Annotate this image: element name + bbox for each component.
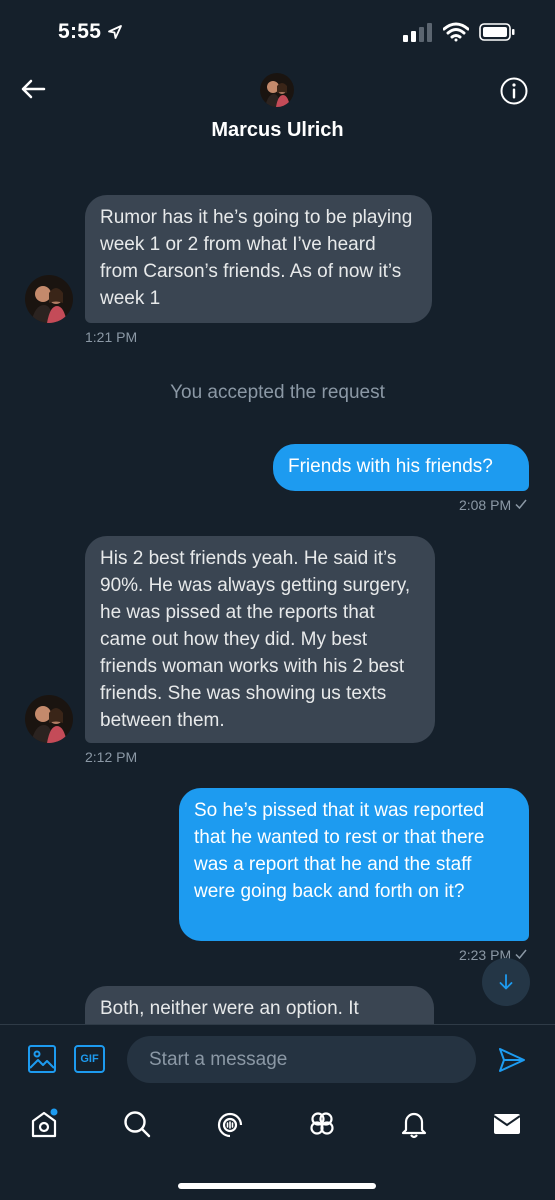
message-text: So he’s pissed that it was reported that… <box>194 800 485 902</box>
wifi-icon <box>443 22 469 42</box>
search-icon <box>124 1111 151 1138</box>
info-button[interactable] <box>499 76 529 106</box>
gif-icon: GIF <box>80 1053 99 1065</box>
add-image-button[interactable] <box>27 1044 57 1074</box>
sender-avatar[interactable] <box>25 275 73 323</box>
home-icon <box>31 1108 58 1138</box>
conversation-title[interactable]: Marcus Ulrich <box>0 119 555 142</box>
scroll-to-bottom-button[interactable] <box>482 958 530 1006</box>
home-indicator[interactable] <box>178 1183 376 1189</box>
status-time: 5:55 <box>58 20 123 44</box>
sent-check-icon <box>515 949 527 960</box>
status-time-text: 5:55 <box>58 20 102 43</box>
tab-notifications[interactable] <box>396 1106 432 1142</box>
image-icon <box>28 1045 56 1073</box>
spaces-icon <box>217 1112 243 1138</box>
battery-icon <box>479 23 515 41</box>
message-text: Both, neither were an option. It <box>100 998 359 1019</box>
header-avatar[interactable] <box>260 73 294 107</box>
tab-communities[interactable] <box>304 1106 340 1142</box>
back-arrow-icon <box>21 79 46 99</box>
tab-search[interactable] <box>119 1106 155 1142</box>
message-timestamp: 2:08 PM <box>459 497 527 513</box>
message-text: His 2 best friends yeah. He said it’s 90… <box>100 548 411 731</box>
tab-home[interactable] <box>26 1106 62 1142</box>
gif-button[interactable]: GIF <box>74 1045 105 1073</box>
send-icon <box>499 1048 525 1072</box>
bell-icon <box>401 1112 427 1139</box>
status-icons <box>403 22 515 42</box>
sent-check-icon <box>515 499 527 510</box>
sender-avatar[interactable] <box>25 695 73 743</box>
cellular-signal-icon <box>403 23 432 42</box>
message-text: Rumor has it he’s going to be playing we… <box>100 207 413 309</box>
back-button[interactable] <box>18 74 48 104</box>
message-text: Friends with his friends? <box>288 456 493 477</box>
message-composer: GIF <box>0 1024 555 1094</box>
arrow-down-icon <box>499 974 513 990</box>
message-bubble-incoming[interactable]: Rumor has it he’s going to be playing we… <box>85 195 432 323</box>
tab-spaces[interactable] <box>212 1106 248 1142</box>
tab-messages[interactable] <box>489 1106 525 1142</box>
system-message: You accepted the request <box>170 382 385 403</box>
message-timestamp: 2:12 PM <box>85 749 138 765</box>
message-bubble-incoming[interactable]: His 2 best friends yeah. He said it’s 90… <box>85 536 435 743</box>
message-input[interactable] <box>127 1036 476 1083</box>
message-timestamp: 1:21 PM <box>85 329 138 345</box>
send-button[interactable] <box>497 1045 527 1075</box>
message-bubble-outgoing[interactable]: So he’s pissed that it was reported that… <box>179 788 529 941</box>
mail-icon <box>493 1114 521 1134</box>
message-bubble-outgoing[interactable]: Friends with his friends? <box>273 444 529 491</box>
communities-icon <box>310 1112 334 1135</box>
location-arrow-icon <box>108 25 123 39</box>
info-icon <box>500 77 528 105</box>
